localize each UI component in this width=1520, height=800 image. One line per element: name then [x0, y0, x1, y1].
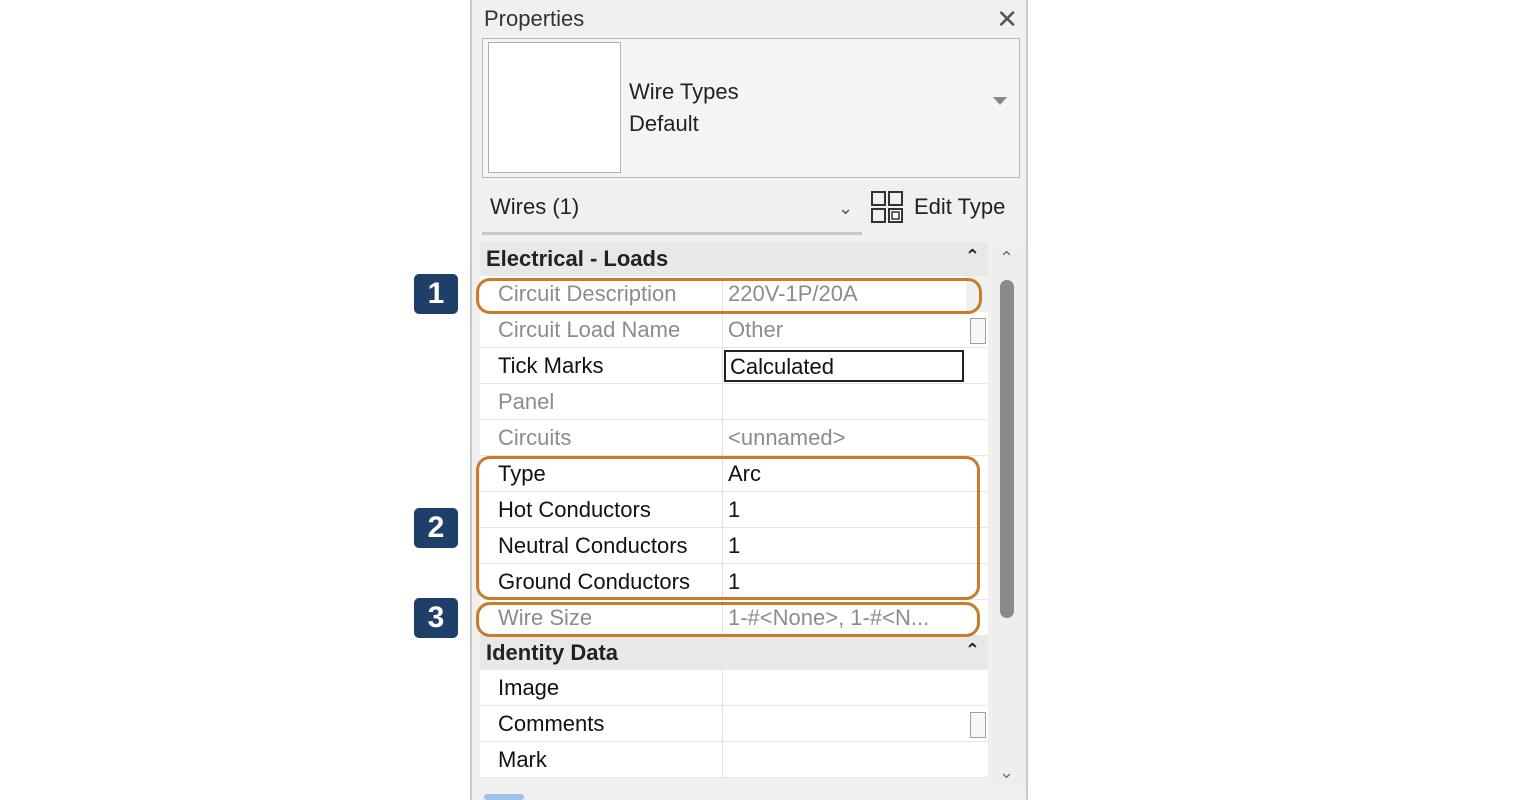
type-selector[interactable]: Wire Types Default [482, 38, 1020, 178]
property-row-image[interactable]: Image [480, 670, 988, 706]
type-name: Default [629, 111, 699, 136]
property-row-mark[interactable]: Mark [480, 742, 988, 778]
type-preview-image [488, 42, 621, 173]
collapse-icon[interactable]: ⌃ [965, 246, 980, 267]
group-title: Electrical - Loads [486, 246, 669, 271]
property-value: Other [728, 317, 784, 342]
property-value: Calculated [730, 354, 834, 379]
callout-badge-2: 2 [414, 508, 458, 548]
property-name: Mark [498, 747, 547, 772]
palette-title: Properties [484, 6, 585, 31]
chevron-down-icon[interactable]: ⌄ [838, 198, 853, 219]
group-header-identity-data[interactable]: Identity Data ⌃ [480, 636, 988, 670]
property-value: <unnamed> [728, 425, 846, 450]
bottom-strip [472, 788, 1026, 800]
instance-filter-label: Wires (1) [490, 194, 580, 219]
dropdown-caret-icon[interactable] [993, 97, 1007, 105]
property-name: Comments [498, 711, 605, 736]
callout-badge-3: 3 [414, 598, 458, 638]
instance-filter-dropdown[interactable]: Wires (1) ⌄ [482, 186, 862, 235]
vertical-scrollbar[interactable]: ⌃ ⌄ [992, 244, 1026, 790]
close-icon[interactable]: ✕ [996, 4, 1018, 34]
column-divider [722, 670, 723, 706]
property-name: Circuits [498, 425, 572, 450]
collapse-icon[interactable]: ⌃ [965, 640, 980, 661]
column-divider [722, 742, 723, 778]
property-row-circuit-load-name: Circuit Load Name Other [480, 312, 988, 348]
tick-marks-dropdown[interactable]: Calculated [724, 350, 964, 382]
property-name: Tick Marks [498, 353, 604, 378]
edit-type-icon [871, 191, 903, 223]
title-bar: Properties ✕ [472, 0, 1026, 40]
scroll-up-icon[interactable]: ⌃ [999, 248, 1014, 269]
highlight-wire-size [476, 602, 980, 637]
property-name: Image [498, 675, 560, 700]
type-family-name: Wire Types [629, 79, 739, 104]
scroll-down-icon[interactable]: ⌄ [999, 762, 1014, 783]
column-divider [722, 420, 723, 456]
properties-palette: Properties ✕ Wire Types Default Wires (1… [470, 0, 1028, 800]
callout-badge-1: 1 [414, 274, 458, 314]
column-divider [722, 706, 723, 742]
property-name: Circuit Load Name [498, 317, 681, 342]
column-divider [722, 348, 723, 384]
scroll-thumb[interactable] [1000, 280, 1014, 618]
property-name: Panel [498, 389, 555, 414]
group-title: Identity Data [486, 640, 619, 665]
column-divider [722, 384, 723, 420]
highlight-conductors [476, 456, 980, 600]
property-row-circuits: Circuits <unnamed> [480, 420, 988, 456]
partial-link [484, 794, 524, 800]
group-header-electrical-loads[interactable]: Electrical - Loads ⌃ [480, 242, 988, 276]
property-row-panel: Panel [480, 384, 988, 420]
column-divider [722, 312, 723, 348]
property-row-comments[interactable]: Comments [480, 706, 988, 742]
property-row-tick-marks[interactable]: Tick Marks Calculated [480, 348, 988, 384]
browse-button[interactable] [970, 712, 986, 738]
edit-type-label: Edit Type [914, 194, 1006, 219]
browse-button[interactable] [970, 318, 986, 344]
highlight-circuit-description [476, 278, 982, 314]
